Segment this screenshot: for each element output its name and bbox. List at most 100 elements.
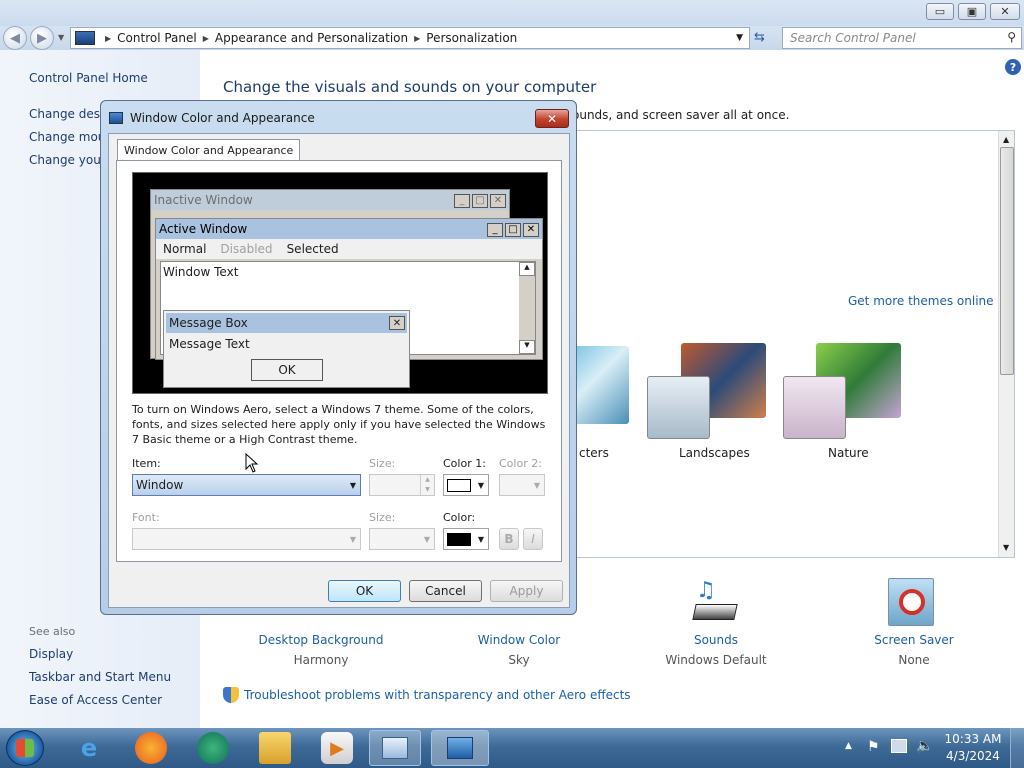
file-explorer-icon[interactable] <box>259 732 291 764</box>
media-player-icon[interactable]: ▶ <box>321 732 353 764</box>
show-desktop-button[interactable] <box>1010 728 1024 768</box>
scroll-up-icon[interactable]: ▲ <box>1003 135 1009 144</box>
network-icon[interactable] <box>891 739 907 753</box>
color1-label: Color 1: <box>443 457 486 470</box>
explorer-titlebar: ▭ ▣ ✕ <box>0 0 1024 26</box>
ok-button[interactable]: OK <box>328 580 401 602</box>
chevron-right-icon: ▶ <box>105 33 112 43</box>
edge-icon[interactable] <box>197 732 229 764</box>
window-text: Window Text <box>163 265 239 279</box>
get-more-themes-link[interactable]: Get more themes online <box>848 294 994 308</box>
back-icon[interactable]: ◀ <box>3 26 27 50</box>
color2-label: Color 2: <box>499 457 542 470</box>
chevron-down-icon: ▼ <box>349 481 356 490</box>
scrollbar-thumb[interactable] <box>1000 147 1014 375</box>
font-color-label: Color: <box>443 511 476 524</box>
control-panel-home-link[interactable]: Control Panel Home <box>29 71 148 85</box>
show-hidden-icons[interactable]: ▲ <box>845 741 852 751</box>
internet-explorer-icon[interactable]: e <box>73 732 105 764</box>
chevron-down-icon: ▼ <box>349 535 356 544</box>
close-icon: ✕ <box>490 193 506 208</box>
screen-saver-icon[interactable] <box>888 578 934 626</box>
item-label: Item: <box>132 457 161 470</box>
menu-selected: Selected <box>286 242 339 256</box>
ease-of-access-link[interactable]: Ease of Access Center <box>29 693 162 707</box>
tab-window-color[interactable]: Window Color and Appearance <box>117 139 301 161</box>
action-center-flag-icon[interactable]: ⚑ <box>867 739 880 755</box>
clock-date: 4/3/2024 <box>946 749 1000 763</box>
size-spinner[interactable]: ▲ ▼ <box>369 474 435 496</box>
refresh-icon[interactable]: ⇆ <box>754 30 765 45</box>
chevron-down-icon: ▼ <box>477 535 484 544</box>
minimize-button[interactable]: ▭ <box>926 3 954 20</box>
font-label: Font: <box>132 511 160 524</box>
sounds-icon[interactable]: ♫ <box>690 578 740 628</box>
cancel-button[interactable]: Cancel <box>409 580 482 602</box>
breadcrumb-control-panel[interactable]: Control Panel <box>113 31 201 45</box>
sounds-item[interactable]: Sounds Windows Default <box>646 633 786 667</box>
menu-disabled: Disabled <box>220 242 273 256</box>
italic-button[interactable]: I <box>523 528 543 550</box>
tab-panel: Inactive Window _ □ ✕ Active Window _ □ ✕ No… <box>116 160 562 562</box>
maximize-button[interactable]: ▣ <box>958 3 986 20</box>
apply-button[interactable]: Apply <box>490 580 563 602</box>
landscapes-theme-thumbnail[interactable] <box>647 376 710 439</box>
chevron-down-icon: ▼ <box>533 481 540 490</box>
address-bar[interactable]: ▶ Control Panel ▶ Appearance and Persona… <box>70 27 750 49</box>
chevron-right-icon: ▶ <box>414 33 421 43</box>
start-button[interactable] <box>6 730 44 766</box>
maximize-icon: □ <box>472 193 488 208</box>
breadcrumb-personalization[interactable]: Personalization <box>422 31 521 45</box>
scroll-down-icon[interactable]: ▼ <box>1003 543 1009 552</box>
chevron-down-icon: ▼ <box>423 535 430 544</box>
bold-button[interactable]: B <box>499 528 519 550</box>
menu-normal: Normal <box>163 242 207 256</box>
chevron-right-icon: ▶ <box>202 33 209 43</box>
clock[interactable]: 10:33 AM 4/3/2024 <box>943 732 1003 763</box>
theme-label-nature[interactable]: Nature <box>828 446 869 460</box>
address-dropdown-icon[interactable]: ▼ <box>736 33 743 43</box>
color1-picker[interactable]: ▼ <box>443 474 489 496</box>
firefox-icon[interactable] <box>135 732 167 764</box>
taskbar-personalization-button[interactable] <box>431 730 489 766</box>
page-title: Change the visuals and sounds on your co… <box>223 78 597 96</box>
forward-icon[interactable]: ▶ <box>30 26 54 50</box>
nature-theme-thumbnail[interactable] <box>783 376 846 439</box>
page-subtitle: ounds, and screen saver all at once. <box>572 108 790 122</box>
appearance-preview: Inactive Window _ □ ✕ Active Window _ □ ✕ No… <box>132 172 548 394</box>
search-input[interactable]: Search Control Panel ⚲ <box>782 27 1022 49</box>
font-color-swatch <box>447 532 471 546</box>
minimize-icon: _ <box>454 193 470 208</box>
minimize-icon: _ <box>487 222 503 237</box>
help-icon[interactable]: ? <box>1005 59 1021 75</box>
recent-pages-icon[interactable]: ▼ <box>58 33 64 42</box>
desktop-background-item[interactable]: Desktop Background Harmony <box>251 633 391 667</box>
screen-saver-item[interactable]: Screen Saver None <box>844 633 984 667</box>
item-select[interactable]: Window ▼ <box>132 474 361 496</box>
volume-muted-icon[interactable]: 🔈 <box>916 738 933 754</box>
clock-time: 10:33 AM <box>944 732 1002 746</box>
font-size-label: Size: <box>369 511 396 524</box>
font-select[interactable]: ▼ <box>132 528 361 550</box>
dialog-close-button[interactable]: ✕ <box>535 109 569 128</box>
characters-theme-thumbnail[interactable] <box>575 346 629 424</box>
theme-list-scrollbar[interactable]: ▲ ▼ <box>998 131 1014 557</box>
dialog-body: Window Color and Appearance Inactive Win… <box>108 133 570 608</box>
color2-picker[interactable]: ▼ <box>499 474 545 496</box>
theme-label-characters[interactable]: cters <box>579 446 609 460</box>
display-link[interactable]: Display <box>29 647 73 661</box>
address-row: ◀ ▶ ▼ ▶ Control Panel ▶ Appearance and P… <box>0 26 1024 50</box>
taskbar-control-panel-button[interactable] <box>369 730 421 766</box>
troubleshoot-link[interactable]: Troubleshoot problems with transparency … <box>244 688 631 702</box>
breadcrumb-appearance[interactable]: Appearance and Personalization <box>211 31 412 45</box>
window-color-item[interactable]: Window Color Sky <box>449 633 589 667</box>
message-box-preview: Message Box ✕ Message Text OK <box>163 310 410 388</box>
font-size-select[interactable]: ▼ <box>369 528 435 550</box>
taskbar-start-menu-link[interactable]: Taskbar and Start Menu <box>29 670 171 684</box>
font-color-picker[interactable]: ▼ <box>443 528 489 550</box>
theme-label-landscapes[interactable]: Landscapes <box>679 446 750 460</box>
size-label: Size: <box>369 457 396 470</box>
dialog-title: Window Color and Appearance <box>130 111 315 125</box>
close-button[interactable]: ✕ <box>990 3 1020 20</box>
active-window-title: Active Window <box>159 222 248 236</box>
